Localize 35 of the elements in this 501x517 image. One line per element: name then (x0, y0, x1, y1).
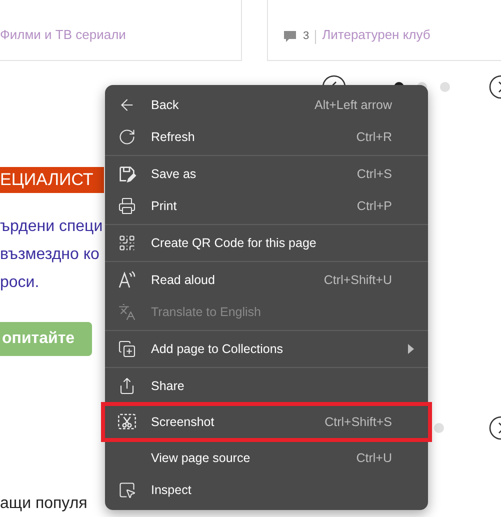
shortcut-text: Ctrl+Shift+S (324, 414, 392, 431)
shortcut-text: Ctrl+R (356, 128, 392, 146)
section-heading: ащи популя (0, 494, 88, 514)
shortcut-text: Ctrl+P (356, 198, 392, 215)
inspect-icon (118, 481, 136, 499)
translate-icon (118, 303, 136, 321)
section-banner: ЕЦИАЛИСТ (0, 167, 104, 193)
printer-icon (118, 197, 136, 215)
intro-text: роси. (0, 273, 40, 293)
save-icon (117, 164, 137, 184)
menu-item[interactable]: Create QR Code for this page (105, 227, 428, 259)
shortcut-text: Ctrl+S (356, 166, 392, 183)
menu-item[interactable]: View page source Ctrl+U (105, 442, 428, 474)
shortcut-text: Ctrl+U (356, 450, 392, 467)
menu-item[interactable]: Add page to Collections (105, 333, 428, 365)
read-aloud-icon (117, 270, 137, 290)
qr-code-icon (118, 234, 136, 252)
screenshot-icon (117, 412, 137, 432)
menu-item[interactable]: Print Ctrl+P (105, 190, 428, 222)
refresh-icon (118, 128, 136, 146)
menu-item[interactable]: Save as Ctrl+S (105, 158, 428, 190)
collections-add-icon (118, 340, 136, 358)
share-icon (118, 377, 136, 395)
comment-icon (283, 30, 297, 43)
shortcut-text: Alt+Left arrow (314, 96, 392, 114)
menu-item[interactable]: Read aloud Ctrl+Shift+U (105, 264, 428, 296)
menu-item[interactable]: Screenshot Ctrl+Shift+S (105, 406, 428, 438)
menu-item[interactable]: Refresh Ctrl+R (105, 121, 428, 153)
menu-item[interactable]: Back Alt+Left arrow (105, 89, 428, 121)
intro-text: възмездно ко (0, 245, 100, 265)
comment-count: 3 (303, 28, 310, 44)
menu-item[interactable]: Inspect (105, 474, 428, 506)
intro-text: ърдени специ (0, 217, 104, 237)
shortcut-text: Ctrl+Shift+U (324, 272, 392, 289)
menu-item[interactable]: Share (105, 370, 428, 402)
